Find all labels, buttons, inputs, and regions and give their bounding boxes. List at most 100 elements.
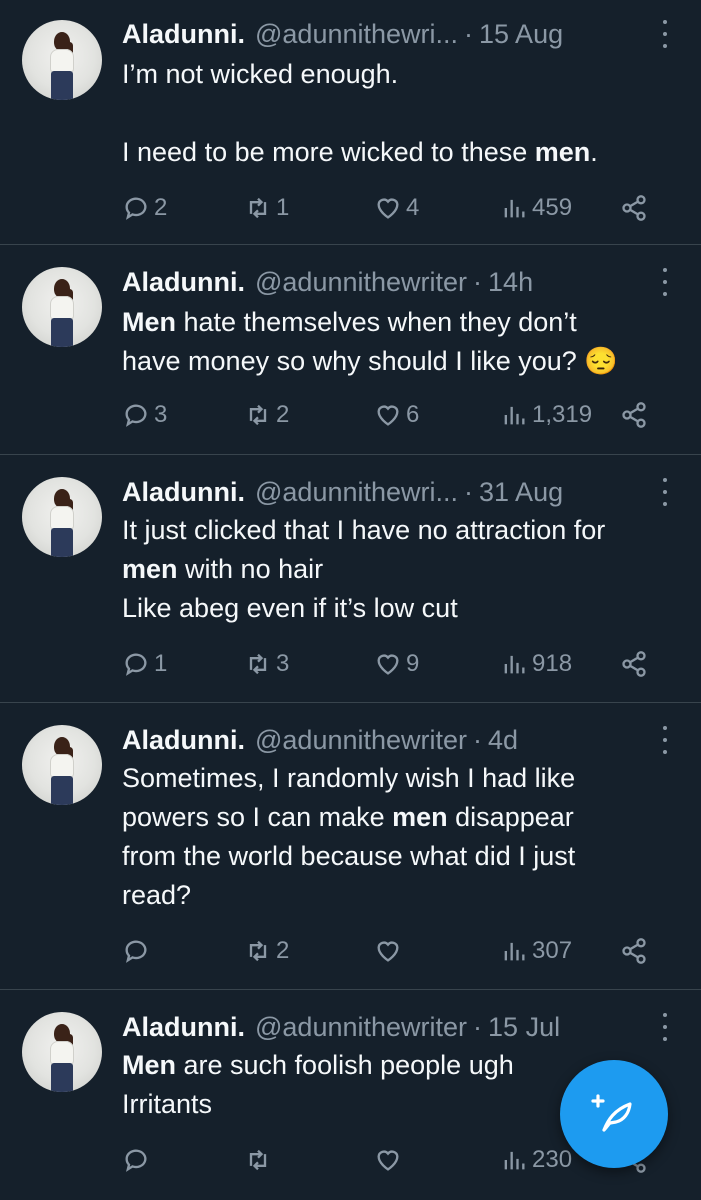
like-button[interactable] (374, 931, 406, 971)
author-handle[interactable]: @adunnithewriter (255, 1012, 467, 1043)
author-name[interactable]: Aladunni. (122, 19, 245, 50)
more-dots-icon[interactable] (657, 478, 673, 506)
author-handle[interactable]: @adunnithewriter (255, 725, 467, 756)
tweet-text-line: Men hate themselves when they don’t (122, 303, 681, 342)
text-segment: Irritants (122, 1089, 213, 1119)
author-name[interactable]: Aladunni. (122, 267, 245, 298)
timestamp[interactable]: 15 Jul (488, 1012, 560, 1043)
retweet-count: 3 (276, 650, 290, 677)
more-dots-icon[interactable] (657, 1013, 673, 1041)
views-button[interactable]: 918 (500, 644, 572, 684)
reply-icon (125, 940, 147, 963)
reply-icon (125, 653, 147, 676)
like-button[interactable] (374, 1140, 406, 1180)
views-button[interactable]: 230 (500, 1140, 572, 1180)
retweet-icon (249, 940, 267, 962)
text-segment: . (590, 137, 598, 167)
reply-button[interactable]: 1 (122, 644, 167, 684)
author-handle[interactable]: @adunnithewri... (255, 477, 458, 508)
like-button[interactable]: 9 (374, 644, 419, 684)
heart-icon (377, 198, 399, 219)
more-dots-icon[interactable] (657, 20, 673, 48)
like-button[interactable]: 4 (374, 188, 419, 228)
retweet-button[interactable]: 3 (244, 644, 289, 684)
timestamp[interactable]: 15 Aug (479, 19, 563, 50)
timestamp[interactable]: 4d (488, 725, 518, 756)
reply-button[interactable] (122, 1140, 154, 1180)
reply-count: 2 (154, 194, 168, 221)
heart-icon (377, 405, 399, 426)
tweet-text-line: read? (122, 876, 681, 915)
share-button[interactable] (620, 395, 648, 435)
views-count: 230 (532, 1146, 573, 1173)
text-segment: Like abeg even if it’s low cut (122, 593, 458, 623)
views-count: 1,319 (532, 401, 593, 428)
like-count: 6 (406, 401, 420, 428)
separator-dot: · (473, 724, 483, 755)
avatar[interactable] (22, 725, 102, 805)
text-segment: disappear (447, 802, 574, 832)
bold-keyword: Men (122, 307, 176, 337)
retweet-icon (249, 1149, 267, 1171)
text-segment: from the world because what did I just (122, 841, 576, 871)
text-segment: read? (122, 880, 192, 910)
retweet-button[interactable] (244, 1140, 276, 1180)
heart-icon (377, 941, 399, 962)
avatar[interactable] (22, 1012, 102, 1092)
reply-button[interactable]: 3 (122, 395, 167, 435)
retweet-button[interactable]: 1 (244, 188, 289, 228)
bold-keyword: men (534, 137, 591, 167)
author-handle[interactable]: @adunnithewri... (255, 19, 458, 50)
tweet-text: Sometimes, I randomly wish I had like pow… (122, 759, 681, 915)
avatar[interactable] (22, 20, 102, 100)
retweet-icon (249, 404, 267, 426)
action-bar: 2 307 (122, 931, 661, 971)
tweet-text: Men hate themselves when they don’t have … (122, 303, 681, 381)
author-name[interactable]: Aladunni. (122, 477, 245, 508)
bold-keyword: Men (122, 1050, 176, 1080)
action-bar: 2 1 4 459 (122, 188, 661, 228)
views-button[interactable]: 1,319 (500, 395, 592, 435)
views-count: 459 (532, 194, 573, 221)
share-button[interactable] (620, 188, 648, 228)
retweet-button[interactable]: 2 (244, 931, 289, 971)
views-button[interactable]: 307 (500, 931, 572, 971)
action-bar: 1 3 9 918 (122, 644, 661, 684)
timestamp[interactable]: 31 Aug (479, 477, 563, 508)
avatar[interactable] (22, 477, 102, 557)
like-button[interactable]: 6 (374, 395, 419, 435)
views-button[interactable]: 459 (500, 188, 572, 228)
reply-button[interactable]: 2 (122, 188, 167, 228)
text-segment: Sometimes, I randomly wish I had like (122, 763, 576, 793)
timestamp[interactable]: 14h (488, 267, 533, 298)
tweet-card[interactable]: Aladunni. @adunnithewri... · 15 Aug I’m … (0, 0, 701, 245)
retweet-button[interactable]: 2 (244, 395, 289, 435)
like-count: 4 (406, 194, 420, 221)
views-count: 307 (532, 937, 573, 964)
text-segment: have money so why should I like you? 😔 (122, 346, 618, 376)
more-dots-icon[interactable] (657, 726, 673, 754)
tweet-card[interactable]: Aladunni. @adunnithewriter · 14h Men hat… (0, 245, 701, 455)
compose-button[interactable] (560, 1060, 668, 1168)
separator-dot: · (464, 476, 474, 507)
share-button[interactable] (620, 644, 648, 684)
author-handle[interactable]: @adunnithewriter (255, 267, 467, 298)
author-name[interactable]: Aladunni. (122, 1012, 245, 1043)
tweet-text-line: I need to be more wicked to these men. (122, 133, 681, 172)
share-button[interactable] (620, 931, 648, 971)
reply-icon (125, 1149, 147, 1172)
tweet-text-line: men with no hair (122, 550, 681, 589)
avatar[interactable] (22, 267, 102, 347)
tweet-card[interactable]: Aladunni. @adunnithewriter · 4d Sometime… (0, 703, 701, 990)
text-segment: powers so I can make (122, 802, 393, 832)
views-icon (504, 406, 525, 425)
text-segment: with no hair (177, 554, 324, 584)
views-count: 918 (532, 650, 573, 677)
reply-button[interactable] (122, 931, 154, 971)
tweet-text-line: I’m not wicked enough. (122, 55, 681, 94)
author-name[interactable]: Aladunni. (122, 725, 245, 756)
tweet-card[interactable]: Aladunni. @adunnithewri... · 31 Aug It j… (0, 455, 701, 703)
text-segment: are such foolish people ugh (176, 1050, 514, 1080)
more-dots-icon[interactable] (657, 268, 673, 296)
retweet-count: 2 (276, 401, 290, 428)
